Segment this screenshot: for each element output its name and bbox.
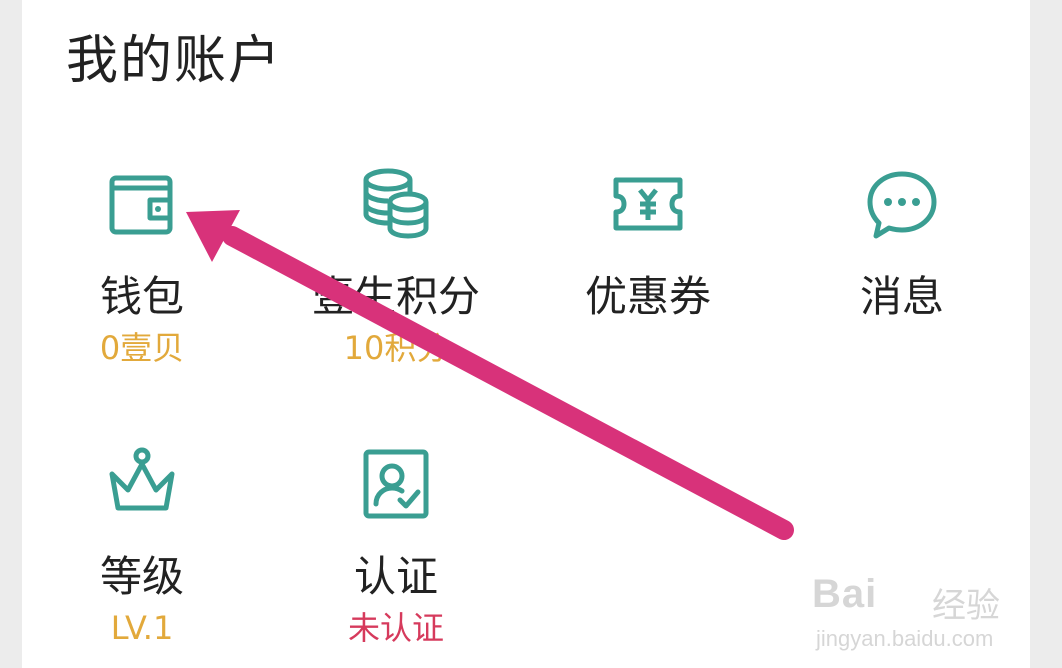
verify-item[interactable]: 认证 未认证 xyxy=(306,446,486,650)
screen: 我的账户 钱包 0壹贝 壹生积分 10积分 优惠券 消息 等级 LV.1 认证 … xyxy=(0,0,1062,668)
coupon-icon xyxy=(613,177,683,231)
coupon-label: 优惠券 xyxy=(584,272,711,321)
message-label: 消息 xyxy=(859,272,944,321)
section-title: 我的账户 xyxy=(66,31,283,91)
crown-icon xyxy=(109,447,175,511)
points-label: 壹生积分 xyxy=(311,272,480,321)
wallet-icon xyxy=(109,175,173,235)
watermark-brand-cn: 经验 xyxy=(932,586,1000,626)
points-value: 10积分 xyxy=(343,329,449,367)
coins-icon xyxy=(363,168,429,239)
watermark-url: jingyan.baidu.com xyxy=(816,626,994,651)
coupon-item[interactable]: 优惠券 xyxy=(558,166,738,324)
message-item[interactable]: 消息 xyxy=(812,166,992,324)
wallet-label: 钱包 xyxy=(99,272,184,321)
watermark: Bai 经验 jingyan.baidu.com xyxy=(812,560,1042,660)
level-item[interactable]: 等级 LV.1 xyxy=(52,446,232,650)
id-verify-icon xyxy=(363,449,429,519)
message-icon xyxy=(867,171,937,239)
watermark-brand: Bai xyxy=(812,572,878,616)
level-value: LV.1 xyxy=(110,609,174,647)
wallet-item[interactable]: 钱包 0壹贝 xyxy=(52,166,232,370)
level-label: 等级 xyxy=(99,552,184,601)
verify-label: 认证 xyxy=(353,552,438,601)
points-item[interactable]: 壹生积分 10积分 xyxy=(306,166,486,370)
wallet-balance: 0壹贝 xyxy=(99,329,185,367)
verify-status: 未认证 xyxy=(347,609,444,647)
